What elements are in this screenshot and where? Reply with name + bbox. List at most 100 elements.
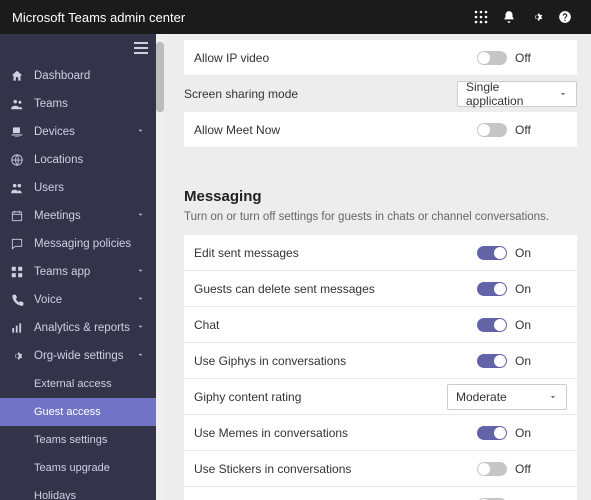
- toggle[interactable]: [477, 354, 507, 368]
- voice-icon: [8, 293, 26, 307]
- nav-sub-guest-access[interactable]: Guest access: [0, 398, 156, 426]
- teams-icon: [8, 97, 26, 111]
- nav-sub-teams-settings[interactable]: Teams settings: [0, 426, 156, 454]
- toggle-state: On: [515, 426, 531, 440]
- nav-label: Locations: [34, 154, 148, 166]
- setting-label: Allow IP video: [194, 51, 477, 65]
- chevron-down-icon: [548, 392, 558, 402]
- nav-item-teams[interactable]: Teams: [0, 90, 156, 118]
- toggle-state: On: [515, 318, 531, 332]
- chevron-down-icon: [136, 294, 148, 306]
- nav-label: Users: [34, 182, 148, 194]
- gear-icon: [8, 349, 26, 363]
- setting-row: Allow Meet Now Off: [184, 112, 577, 148]
- setting-label: Allow Meet Now: [194, 123, 477, 137]
- setting-label: Use Stickers in conversations: [194, 462, 477, 476]
- toggle[interactable]: [477, 246, 507, 260]
- setting-row: Use Stickers in conversations Off: [184, 451, 577, 487]
- sidebar: Dashboard Teams Devices Locations Users Meeti…: [0, 34, 156, 500]
- select[interactable]: Single application: [457, 81, 577, 107]
- section-desc: Turn on or turn off settings for guests …: [184, 211, 577, 223]
- nav-item-org-wide-settings[interactable]: Org-wide settings: [0, 342, 156, 370]
- setting-row: Edit sent messages On: [184, 235, 577, 271]
- toggle[interactable]: [477, 426, 507, 440]
- toggle[interactable]: [477, 51, 507, 65]
- nav-item-dashboard[interactable]: Dashboard: [0, 62, 156, 90]
- setting-label: Screen sharing mode: [184, 87, 457, 101]
- toggle-state: On: [515, 246, 531, 260]
- toggle[interactable]: [477, 318, 507, 332]
- chevron-down-icon: [136, 322, 148, 334]
- nav-item-meetings[interactable]: Meetings: [0, 202, 156, 230]
- nav-label: Teams: [34, 98, 148, 110]
- toggle-state: Off: [515, 123, 531, 137]
- chevron-down-icon: [136, 126, 148, 138]
- setting-label: Chat: [194, 318, 477, 332]
- nav-item-voice[interactable]: Voice: [0, 286, 156, 314]
- nav-sub-external-access[interactable]: External access: [0, 370, 156, 398]
- waffle-icon[interactable]: [467, 10, 495, 24]
- nav-label: Analytics & reports: [34, 322, 136, 334]
- toggle-state: On: [515, 282, 531, 296]
- select-value: Moderate: [456, 390, 548, 404]
- hamburger-icon[interactable]: [0, 34, 156, 62]
- nav-item-devices[interactable]: Devices: [0, 118, 156, 146]
- nav-item-teams-app[interactable]: Teams app: [0, 258, 156, 286]
- toggle[interactable]: [477, 123, 507, 137]
- nav-item-users[interactable]: Users: [0, 174, 156, 202]
- globe-icon: [8, 153, 26, 167]
- chevron-down-icon: [136, 266, 148, 278]
- devices-icon: [8, 125, 26, 139]
- setting-row: Use Memes in conversations On: [184, 415, 577, 451]
- chevron-down-icon: [558, 89, 568, 99]
- nav-label: Messaging policies: [34, 238, 148, 250]
- select[interactable]: Moderate: [447, 384, 567, 410]
- nav-sub-holidays[interactable]: Holidays: [0, 482, 156, 500]
- section-title: Messaging: [184, 188, 577, 205]
- setting-row: Allow IP video Off: [184, 40, 577, 76]
- setting-row: Allow immersive reader for viewing messa…: [184, 487, 577, 500]
- nav-label: Voice: [34, 294, 136, 306]
- setting-label: Giphy content rating: [194, 390, 447, 404]
- setting-row: Chat On: [184, 307, 577, 343]
- nav-label: Devices: [34, 126, 136, 138]
- gear-icon[interactable]: [523, 10, 551, 24]
- setting-row: Use Giphys in conversations On: [184, 343, 577, 379]
- toggle-state: Off: [515, 462, 531, 476]
- users-icon: [8, 181, 26, 195]
- nav-item-messaging-policies[interactable]: Messaging policies: [0, 230, 156, 258]
- nav-item-analytics-reports[interactable]: Analytics & reports: [0, 314, 156, 342]
- setting-row: Guests can delete sent messages On: [184, 271, 577, 307]
- toggle-state: Off: [515, 51, 531, 65]
- toggle[interactable]: [477, 282, 507, 296]
- chevron-up-icon: [136, 350, 148, 362]
- app-title: Microsoft Teams admin center: [12, 10, 467, 25]
- toggle[interactable]: [477, 462, 507, 476]
- help-icon[interactable]: [551, 10, 579, 24]
- scrollbar[interactable]: [156, 34, 164, 500]
- nav-label: Meetings: [34, 210, 136, 222]
- setting-label: Use Memes in conversations: [194, 426, 477, 440]
- scrollbar-thumb[interactable]: [156, 42, 164, 112]
- nav-label: Org-wide settings: [34, 350, 136, 362]
- chevron-down-icon: [136, 210, 148, 222]
- setting-row: Giphy content rating Moderate: [184, 379, 577, 415]
- setting-label: Edit sent messages: [194, 246, 477, 260]
- nav-item-locations[interactable]: Locations: [0, 146, 156, 174]
- toggle-state: On: [515, 354, 531, 368]
- nav-label: Teams app: [34, 266, 136, 278]
- bell-icon[interactable]: [495, 10, 523, 24]
- app-icon: [8, 265, 26, 279]
- chat-icon: [8, 237, 26, 251]
- home-icon: [8, 69, 26, 83]
- nav-label: Dashboard: [34, 70, 148, 82]
- select-value: Single application: [466, 80, 558, 108]
- setting-label: Guests can delete sent messages: [194, 282, 477, 296]
- calendar-icon: [8, 209, 26, 223]
- analytics-icon: [8, 321, 26, 335]
- setting-label: Use Giphys in conversations: [194, 354, 477, 368]
- topbar: Microsoft Teams admin center: [0, 0, 591, 34]
- nav-sub-teams-upgrade[interactable]: Teams upgrade: [0, 454, 156, 482]
- setting-row: Screen sharing mode Single application: [184, 76, 577, 112]
- main-content: Allow IP video Off Screen sharing mode Sing…: [164, 34, 591, 500]
